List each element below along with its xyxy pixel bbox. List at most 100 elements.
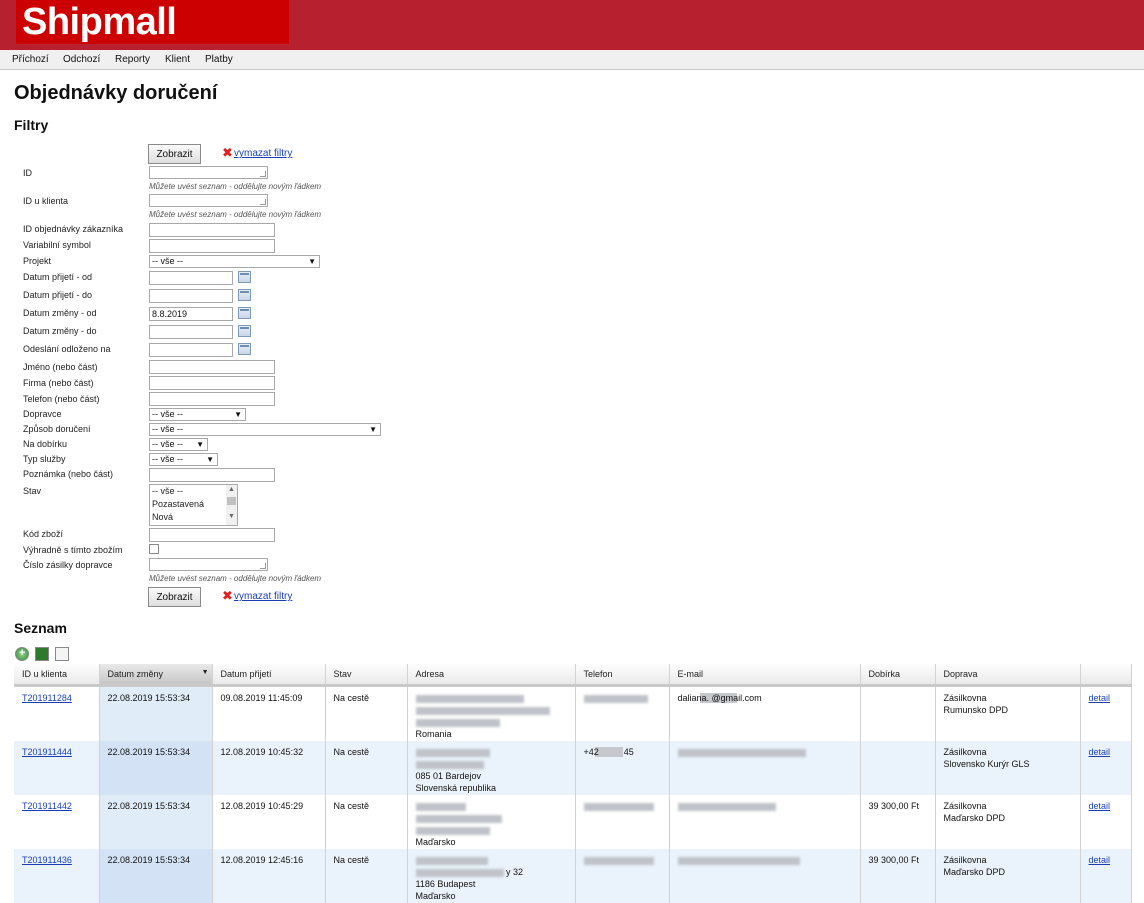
- shipping-service: Slovensko Kurýr GLS: [943, 759, 1030, 769]
- detail-link[interactable]: detail: [1089, 801, 1111, 811]
- state-option[interactable]: -- vše --: [150, 485, 237, 498]
- scroll-down-icon[interactable]: ▼: [226, 512, 237, 521]
- shipping-postponed-input[interactable]: [149, 343, 233, 357]
- address-country: Maďarsko: [415, 891, 456, 901]
- cell-state: Na cestě: [325, 795, 408, 849]
- only-this-product-checkbox[interactable]: [149, 544, 159, 554]
- column-header-client-id[interactable]: ID u klienta: [14, 664, 100, 687]
- customer-order-id-input[interactable]: [149, 223, 275, 237]
- show-button-top[interactable]: Zobrazit: [148, 144, 201, 164]
- clear-icon: ✖: [222, 145, 233, 160]
- main-nav: Příchozí Odchozí Reporty Klient Platby: [0, 50, 1144, 70]
- listbox-scrollbar[interactable]: ▲ ▼: [226, 485, 237, 525]
- shipping-service: Maďarsko DPD: [943, 867, 1006, 877]
- column-header-email[interactable]: E-mail: [669, 664, 861, 687]
- calendar-icon[interactable]: [238, 271, 251, 283]
- column-header-cod[interactable]: Dobírka: [860, 664, 936, 687]
- table-row: T201911444 22.08.2019 15:53:34 12.08.201…: [14, 741, 1132, 795]
- detail-link[interactable]: detail: [1089, 693, 1111, 703]
- changed-to-input[interactable]: [149, 325, 233, 339]
- order-id-link[interactable]: T201911436: [22, 855, 72, 865]
- label-note: Poznámka (nebo část): [23, 469, 114, 479]
- order-id-link[interactable]: T201911284: [22, 693, 72, 703]
- state-option[interactable]: Pozastavená: [150, 498, 237, 511]
- column-header-state[interactable]: Stav: [325, 664, 408, 687]
- label-id: ID: [23, 168, 32, 178]
- shipping-provider: Zásilkovna: [943, 801, 987, 811]
- service-type-select[interactable]: -- vše -- ▼: [149, 453, 218, 466]
- column-header-address[interactable]: Adresa: [407, 664, 576, 687]
- redacted-text: [583, 856, 654, 865]
- order-id-link[interactable]: T201911442: [22, 801, 72, 811]
- clear-filters-link-bottom[interactable]: vymazat filtry: [234, 591, 292, 602]
- cod-select[interactable]: -- vše -- ▼: [149, 438, 208, 451]
- hint-tracking-number: Můžete uvést seznam - oddělujte novým řá…: [149, 574, 322, 583]
- nav-item-odchozi[interactable]: Odchozí: [63, 54, 100, 65]
- add-icon[interactable]: +: [15, 647, 29, 661]
- received-from-input[interactable]: [149, 271, 233, 285]
- note-input[interactable]: [149, 468, 275, 482]
- excel-export-icon[interactable]: [35, 647, 49, 661]
- address-country: Slovenská republika: [415, 783, 497, 793]
- detail-link[interactable]: detail: [1089, 855, 1111, 865]
- redacted-text: [415, 826, 490, 835]
- order-id-link[interactable]: T201911444: [22, 747, 72, 757]
- label-client-id: ID u klienta: [23, 196, 69, 206]
- calendar-icon[interactable]: [238, 307, 251, 319]
- page-title: Objednávky doručení: [14, 82, 218, 104]
- column-header-changed[interactable]: Datum změny ▼: [99, 664, 213, 687]
- cell-cod: [860, 741, 936, 795]
- cell-email: [669, 849, 861, 903]
- product-code-input[interactable]: [149, 528, 275, 542]
- company-input[interactable]: [149, 376, 275, 390]
- column-header-phone[interactable]: Telefon: [575, 664, 670, 687]
- cell-shipping: Zásilkovna Maďarsko DPD: [935, 849, 1081, 903]
- email-text: daliana. @gmail.com: [677, 693, 762, 703]
- variable-symbol-input[interactable]: [149, 239, 275, 253]
- redacted-text: [415, 856, 488, 865]
- name-input[interactable]: [149, 360, 275, 374]
- column-header-shipping[interactable]: Doprava: [935, 664, 1081, 687]
- label-carrier: Dopravce: [23, 409, 62, 419]
- chevron-down-icon: ▼: [369, 425, 377, 434]
- column-header-received[interactable]: Datum přijetí: [212, 664, 326, 687]
- detail-link[interactable]: detail: [1089, 747, 1111, 757]
- project-select[interactable]: -- vše -- ▼: [149, 255, 320, 268]
- carrier-select[interactable]: -- vše -- ▼: [149, 408, 246, 421]
- changed-from-input[interactable]: 8.8.2019: [149, 307, 233, 321]
- shipping-provider: Zásilkovna: [943, 855, 987, 865]
- state-listbox[interactable]: -- vše -- Pozastavená Nová ▲ ▼: [149, 484, 238, 526]
- address-city: 085 01 Bardejov: [415, 771, 482, 781]
- scroll-up-icon[interactable]: ▲: [226, 485, 237, 494]
- cell-shipping: Zásilkovna Rumunsko DPD: [935, 685, 1081, 741]
- address-street-suffix: y 32: [506, 867, 524, 877]
- cell-state: Na cestě: [325, 741, 408, 795]
- nav-item-prichozi[interactable]: Příchozí: [12, 54, 49, 65]
- sort-desc-icon: ▼: [201, 669, 209, 676]
- nav-item-platby[interactable]: Platby: [205, 54, 233, 65]
- document-icon[interactable]: [55, 647, 69, 661]
- redacted-text: [415, 868, 504, 877]
- scroll-thumb[interactable]: [227, 497, 236, 505]
- phone-input[interactable]: [149, 392, 275, 406]
- received-to-input[interactable]: [149, 289, 233, 303]
- filters-heading: Filtry: [14, 117, 49, 133]
- nav-item-reporty[interactable]: Reporty: [115, 54, 150, 65]
- calendar-icon[interactable]: [238, 289, 251, 301]
- table-row: T201911436 22.08.2019 15:53:34 12.08.201…: [14, 849, 1132, 903]
- id-textarea[interactable]: [149, 166, 268, 179]
- tracking-number-textarea[interactable]: [149, 558, 268, 571]
- calendar-icon[interactable]: [238, 343, 251, 355]
- phone-text: +42 45: [583, 747, 634, 757]
- shipping-service: Maďarsko DPD: [943, 813, 1006, 823]
- state-option[interactable]: Nová: [150, 511, 237, 524]
- nav-item-klient[interactable]: Klient: [165, 54, 190, 65]
- logo[interactable]: Shipmall: [16, 0, 289, 44]
- client-id-textarea[interactable]: [149, 194, 268, 207]
- delivery-method-select[interactable]: -- vše -- ▼: [149, 423, 381, 436]
- table-row: T201911442 22.08.2019 15:53:34 12.08.201…: [14, 795, 1132, 849]
- cell-cod: [860, 685, 936, 741]
- clear-filters-link-top[interactable]: vymazat filtry: [234, 148, 292, 159]
- calendar-icon[interactable]: [238, 325, 251, 337]
- show-button-bottom[interactable]: Zobrazit: [148, 587, 201, 607]
